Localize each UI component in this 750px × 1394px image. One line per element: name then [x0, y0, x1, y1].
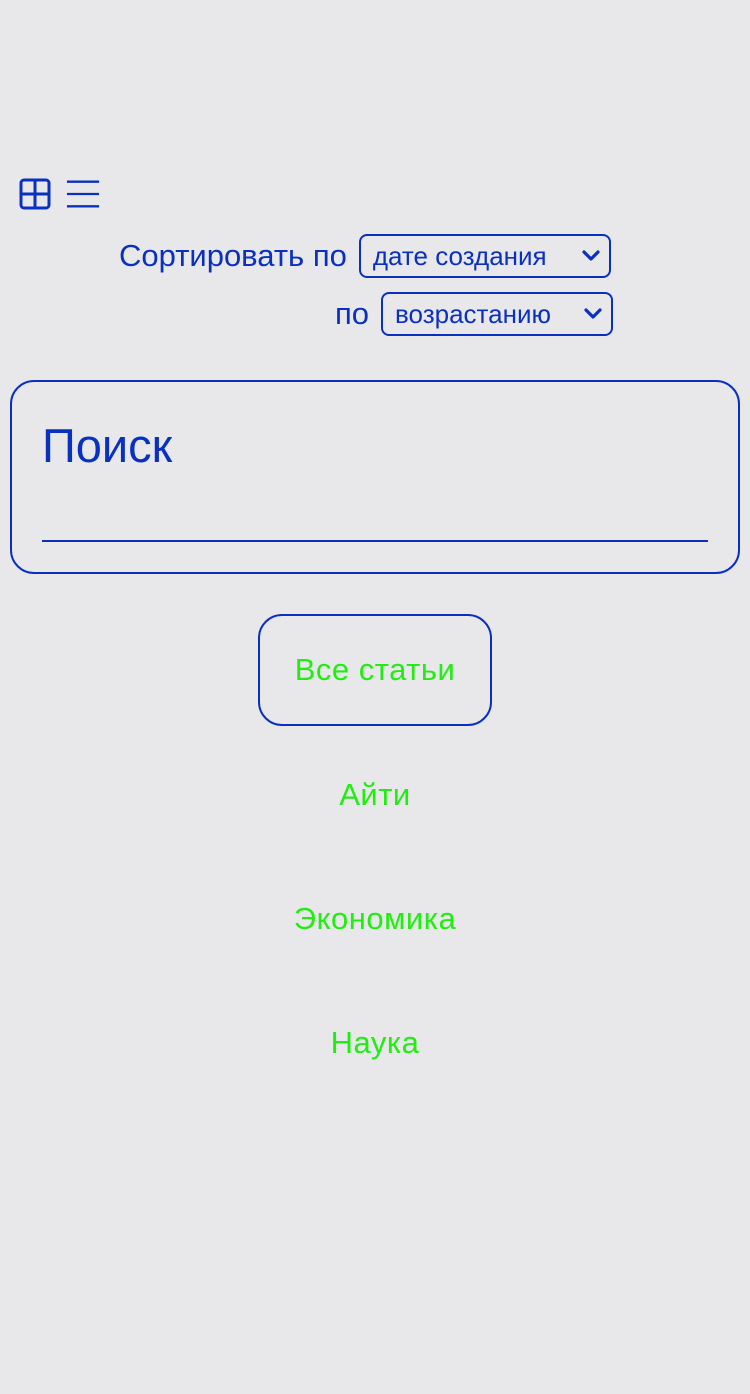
list-view-button[interactable]	[66, 178, 100, 210]
search-input[interactable]: Поиск	[42, 418, 708, 542]
chevron-down-icon	[581, 249, 601, 263]
category-it-link[interactable]: Айти	[0, 777, 750, 813]
category-science-link[interactable]: Наука	[0, 1025, 750, 1061]
sort-order-select[interactable]: возрастанию	[381, 292, 614, 336]
grid-view-icon	[19, 178, 51, 210]
sort-field-select[interactable]: дате создания	[358, 234, 611, 278]
category-economics-link[interactable]: Экономика	[0, 901, 750, 937]
sort-order-row: по возрастанию	[335, 292, 614, 336]
sort-field-row: Сортировать по дате создания	[119, 234, 611, 278]
sort-label: Сортировать по	[119, 238, 347, 273]
grid-view-button[interactable]	[18, 178, 52, 210]
sort-field-value: дате создания	[372, 240, 547, 271]
list-view-icon	[66, 180, 100, 208]
chevron-down-icon	[583, 307, 603, 321]
sort-order-value: возрастанию	[395, 298, 552, 329]
sort-order-label: по	[335, 296, 370, 331]
view-toggles	[18, 178, 100, 210]
search-panel: Поиск	[10, 380, 740, 574]
search-placeholder: Поиск	[42, 419, 173, 472]
category-all-articles-button[interactable]: Все статьи	[258, 614, 492, 726]
